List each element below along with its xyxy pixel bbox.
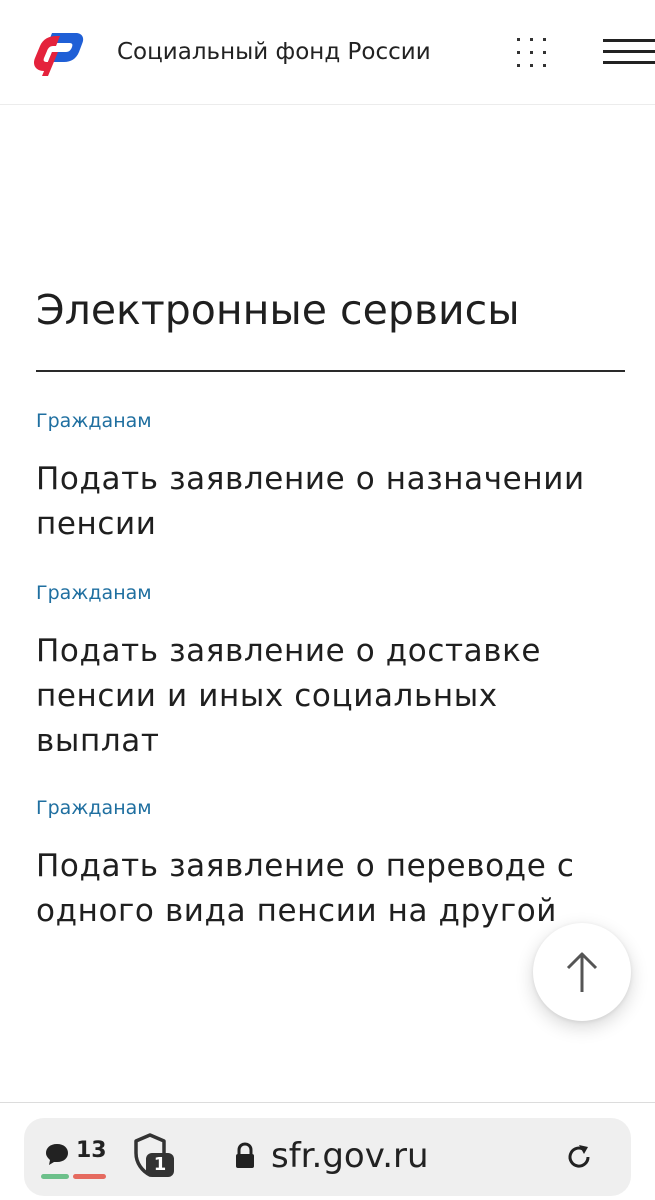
service-item: Гражданам Подать заявление о переводе с …: [36, 795, 625, 934]
apps-grid-icon[interactable]: [513, 34, 551, 72]
chat-count: 13: [76, 1138, 107, 1163]
lock-icon: [236, 1142, 254, 1168]
site-header: Социальный фонд России: [0, 0, 655, 105]
service-item: Гражданам Подать заявление о назначении …: [36, 408, 625, 547]
service-category-link[interactable]: Гражданам: [36, 580, 625, 606]
page: Социальный фонд России Электронные серви…: [0, 0, 655, 1200]
shield-count-badge: 1: [146, 1153, 174, 1177]
chat-indicator[interactable]: 13: [41, 1137, 109, 1183]
hamburger-menu-icon[interactable]: [600, 37, 655, 67]
service-title-link[interactable]: Подать заявление о доставке пенсии и ины…: [36, 629, 625, 764]
chat-bubble-icon: [46, 1144, 68, 1165]
sfr-logo-icon[interactable]: [22, 24, 86, 80]
site-title[interactable]: Социальный фонд России: [117, 36, 431, 68]
browser-divider: [0, 1102, 655, 1103]
page-title: Электронные сервисы: [36, 286, 520, 334]
shield-button[interactable]: 1: [132, 1133, 178, 1181]
browser-address-bar[interactable]: 13 1 sfr.gov.ru: [24, 1118, 631, 1196]
arrow-up-icon: [566, 952, 598, 992]
service-category-link[interactable]: Гражданам: [36, 408, 625, 434]
service-title-link[interactable]: Подать заявление о назначении пенсии: [36, 457, 625, 547]
scroll-top-button[interactable]: [533, 923, 631, 1021]
service-category-link[interactable]: Гражданам: [36, 795, 625, 821]
service-item: Гражданам Подать заявление о доставке пе…: [36, 580, 625, 764]
reload-icon[interactable]: [564, 1142, 594, 1172]
section-divider: [36, 370, 625, 372]
status-bar-green: [41, 1174, 69, 1179]
url-text[interactable]: sfr.gov.ru: [271, 1134, 429, 1178]
status-bar-red: [73, 1174, 106, 1179]
service-title-link[interactable]: Подать заявление о переводе с одного вид…: [36, 844, 625, 934]
